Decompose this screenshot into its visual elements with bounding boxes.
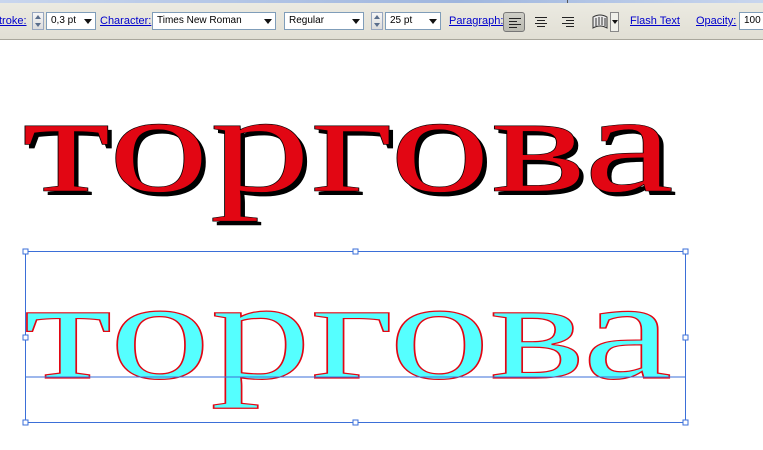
align-left-button[interactable]	[503, 12, 525, 32]
chevron-down-icon[interactable]	[261, 13, 275, 29]
selection-handle-bottom-left[interactable]	[22, 419, 29, 426]
top-word[interactable]: торгова	[22, 64, 675, 223]
font-family-value: Times New Roman	[157, 15, 242, 26]
chevron-down-icon[interactable]	[81, 13, 95, 29]
stroke-weight-value: 0,3 pt	[51, 15, 77, 26]
selection-handle-bottom[interactable]	[352, 419, 359, 426]
font-family-dropdown[interactable]: Times New Roman	[152, 12, 276, 30]
stroke-weight-dropdown[interactable]: 0,3 pt	[46, 12, 96, 30]
align-left-icon	[509, 18, 521, 28]
selection-handle-bottom-right[interactable]	[682, 419, 689, 426]
font-size-dropdown[interactable]: 25 pt	[385, 12, 441, 30]
align-center-icon	[535, 17, 547, 27]
selection-handle-top-right[interactable]	[682, 248, 689, 255]
bottom-word[interactable]: торгова	[23, 250, 672, 409]
text-warp-dropdown[interactable]	[610, 12, 619, 32]
text-warp-icon	[592, 14, 608, 29]
selection-handle-top-left[interactable]	[22, 248, 29, 255]
font-size-value: 25 pt	[390, 15, 413, 26]
selection-handle-left[interactable]	[22, 334, 29, 341]
align-right-button[interactable]	[557, 12, 579, 32]
control-bar: troke: 0,3 pt Character: Times New Roman…	[0, 0, 763, 40]
artboard[interactable]: торгова торгова торгова	[0, 41, 763, 450]
selection-handle-top[interactable]	[352, 248, 359, 255]
title-strip	[0, 0, 763, 3]
align-right-icon	[562, 17, 574, 27]
text-warp-button[interactable]	[590, 13, 610, 31]
font-style-dropdown[interactable]: Regular	[284, 12, 364, 30]
flash-text-link[interactable]: Flash Text	[630, 15, 680, 28]
artboard-svg: торгова торгова торгова	[22, 64, 689, 426]
opacity-value: 100	[744, 15, 761, 26]
opacity-field[interactable]: 100	[739, 12, 763, 30]
font-size-spinner[interactable]	[371, 12, 383, 30]
selection-handle-right[interactable]	[682, 334, 689, 341]
stroke-label[interactable]: troke:	[0, 15, 27, 28]
stroke-spinner[interactable]	[32, 12, 44, 30]
opacity-label[interactable]: Opacity:	[696, 15, 736, 28]
ruler-tick	[567, 0, 568, 3]
chevron-down-icon[interactable]	[426, 13, 440, 29]
paragraph-label[interactable]: Paragraph:	[449, 15, 503, 28]
align-center-button[interactable]	[530, 12, 552, 32]
font-style-value: Regular	[289, 15, 325, 26]
character-label[interactable]: Character:	[100, 15, 151, 28]
chevron-down-icon[interactable]	[349, 13, 363, 29]
